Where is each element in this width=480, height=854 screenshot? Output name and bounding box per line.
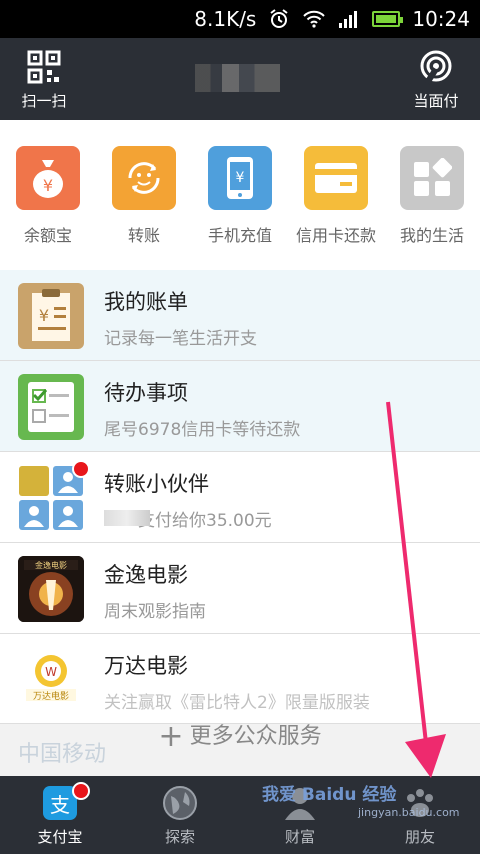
list-item-subtitle: 尾号6978信用卡等待还款 bbox=[104, 420, 301, 440]
app-label: 手机充值 bbox=[207, 226, 272, 245]
svg-text:万达电影: 万达电影 bbox=[33, 690, 69, 702]
bill-icon: ¥ bbox=[18, 283, 84, 349]
svg-text:金逸电影: 金逸电影 bbox=[35, 560, 67, 570]
signal-icon bbox=[338, 9, 360, 29]
list-item-title: 金逸电影 bbox=[104, 563, 188, 587]
list-item-wanda-cinema[interactable]: W 万达电影 万达电影 关注赢取《雷比特人2》限量版服装 bbox=[0, 634, 480, 724]
blurred-name bbox=[104, 510, 150, 526]
app-label: 信用卡还款 bbox=[295, 226, 376, 245]
network-speed: 8.1K/s bbox=[194, 7, 257, 31]
more-services-label: 更多公众服务 bbox=[189, 724, 322, 749]
account-name-blurred bbox=[195, 64, 280, 92]
more-services-button[interactable]: 中国移动 + 更多公众服务 bbox=[0, 722, 480, 776]
credit-card-icon bbox=[304, 146, 368, 210]
notification-badge bbox=[72, 460, 90, 478]
app-shortcuts: ¥ 余额宝 转账 ¥ 手机充值 信用卡还款 我的生活 bbox=[0, 120, 480, 270]
list-item-subtitle: 关注赢取《雷比特人2》限量版服装 bbox=[104, 693, 370, 713]
list-item-bill[interactable]: ¥ 我的账单 记录每一笔生活开支 bbox=[0, 270, 480, 361]
app-mobile-topup[interactable]: ¥ 手机充值 bbox=[192, 146, 288, 270]
app-label: 转账 bbox=[127, 226, 160, 245]
checklist-icon bbox=[18, 374, 84, 440]
app-my-life[interactable]: 我的生活 bbox=[384, 146, 480, 270]
jinyi-cinema-logo: 金逸电影 bbox=[18, 556, 84, 622]
app-yuebao[interactable]: ¥ 余额宝 bbox=[0, 146, 96, 270]
list-item-subtitle: 支付给你35.00元 bbox=[138, 511, 272, 531]
list-item-title: 待办事项 bbox=[104, 381, 188, 405]
face-pay-button[interactable]: 当面付 bbox=[400, 48, 472, 111]
app-header: 扫一扫 当面付 bbox=[0, 38, 480, 120]
tab-explore[interactable]: 探索 bbox=[120, 776, 240, 854]
list-item-title: 万达电影 bbox=[104, 654, 188, 678]
app-label: 我的生活 bbox=[399, 226, 464, 245]
money-bag-icon: ¥ bbox=[16, 146, 80, 210]
baidu-jingyan-watermark: 我爱 Baidu 经验 jingyan.baidu.com bbox=[262, 785, 460, 819]
status-bar: 8.1K/s 10:24 bbox=[0, 0, 480, 38]
app-transfer[interactable]: 转账 bbox=[96, 146, 192, 270]
alarm-icon bbox=[268, 8, 290, 30]
scan-label: 扫一扫 bbox=[21, 92, 67, 110]
list-item-jinyi-cinema[interactable]: 金逸电影 金逸电影 周末观影指南 bbox=[0, 543, 480, 634]
list-item-title: 转账小伙伴 bbox=[104, 472, 209, 496]
tab-alipay[interactable]: 支 支付宝 bbox=[0, 776, 120, 854]
app-credit-card[interactable]: 信用卡还款 bbox=[288, 146, 384, 270]
transfer-smile-icon bbox=[112, 146, 176, 210]
wanda-cinema-logo: W 万达电影 bbox=[18, 647, 84, 713]
phone-icon: ¥ bbox=[208, 146, 272, 210]
tab-label: 朋友 bbox=[404, 828, 435, 846]
svg-text:¥: ¥ bbox=[43, 176, 53, 195]
grid-icon bbox=[400, 146, 464, 210]
battery-icon bbox=[372, 11, 404, 27]
svg-text:W: W bbox=[45, 665, 57, 679]
plus-icon: + bbox=[158, 719, 184, 754]
notification-badge bbox=[72, 782, 90, 800]
tab-label: 探索 bbox=[164, 828, 195, 846]
tab-label: 支付宝 bbox=[37, 828, 83, 846]
tab-label: 财富 bbox=[284, 828, 315, 846]
app-label: 余额宝 bbox=[23, 226, 72, 245]
list-item-subtitle: 记录每一笔生活开支 bbox=[104, 329, 257, 349]
soundwave-pay-icon bbox=[417, 48, 455, 86]
list-item-subtitle: 周末观影指南 bbox=[104, 602, 206, 622]
svg-text:¥: ¥ bbox=[236, 170, 245, 186]
list-item-transfer-partner[interactable]: 转账小伙伴 支付给你35.00元 bbox=[0, 452, 480, 543]
qr-scan-icon bbox=[25, 48, 63, 86]
list-item-todo[interactable]: 待办事项 尾号6978信用卡等待还款 bbox=[0, 361, 480, 452]
face-pay-label: 当面付 bbox=[413, 92, 459, 110]
wifi-icon bbox=[302, 9, 326, 29]
globe-icon bbox=[161, 784, 199, 822]
svg-text:支: 支 bbox=[50, 793, 70, 817]
svg-text:¥: ¥ bbox=[39, 306, 49, 325]
service-list: ¥ 我的账单 记录每一笔生活开支 待办事项 尾号6978信用卡等待还款 转账小伙… bbox=[0, 270, 480, 724]
clock: 10:24 bbox=[412, 7, 470, 31]
scan-button[interactable]: 扫一扫 bbox=[8, 48, 80, 111]
list-item-title: 我的账单 bbox=[104, 290, 188, 314]
